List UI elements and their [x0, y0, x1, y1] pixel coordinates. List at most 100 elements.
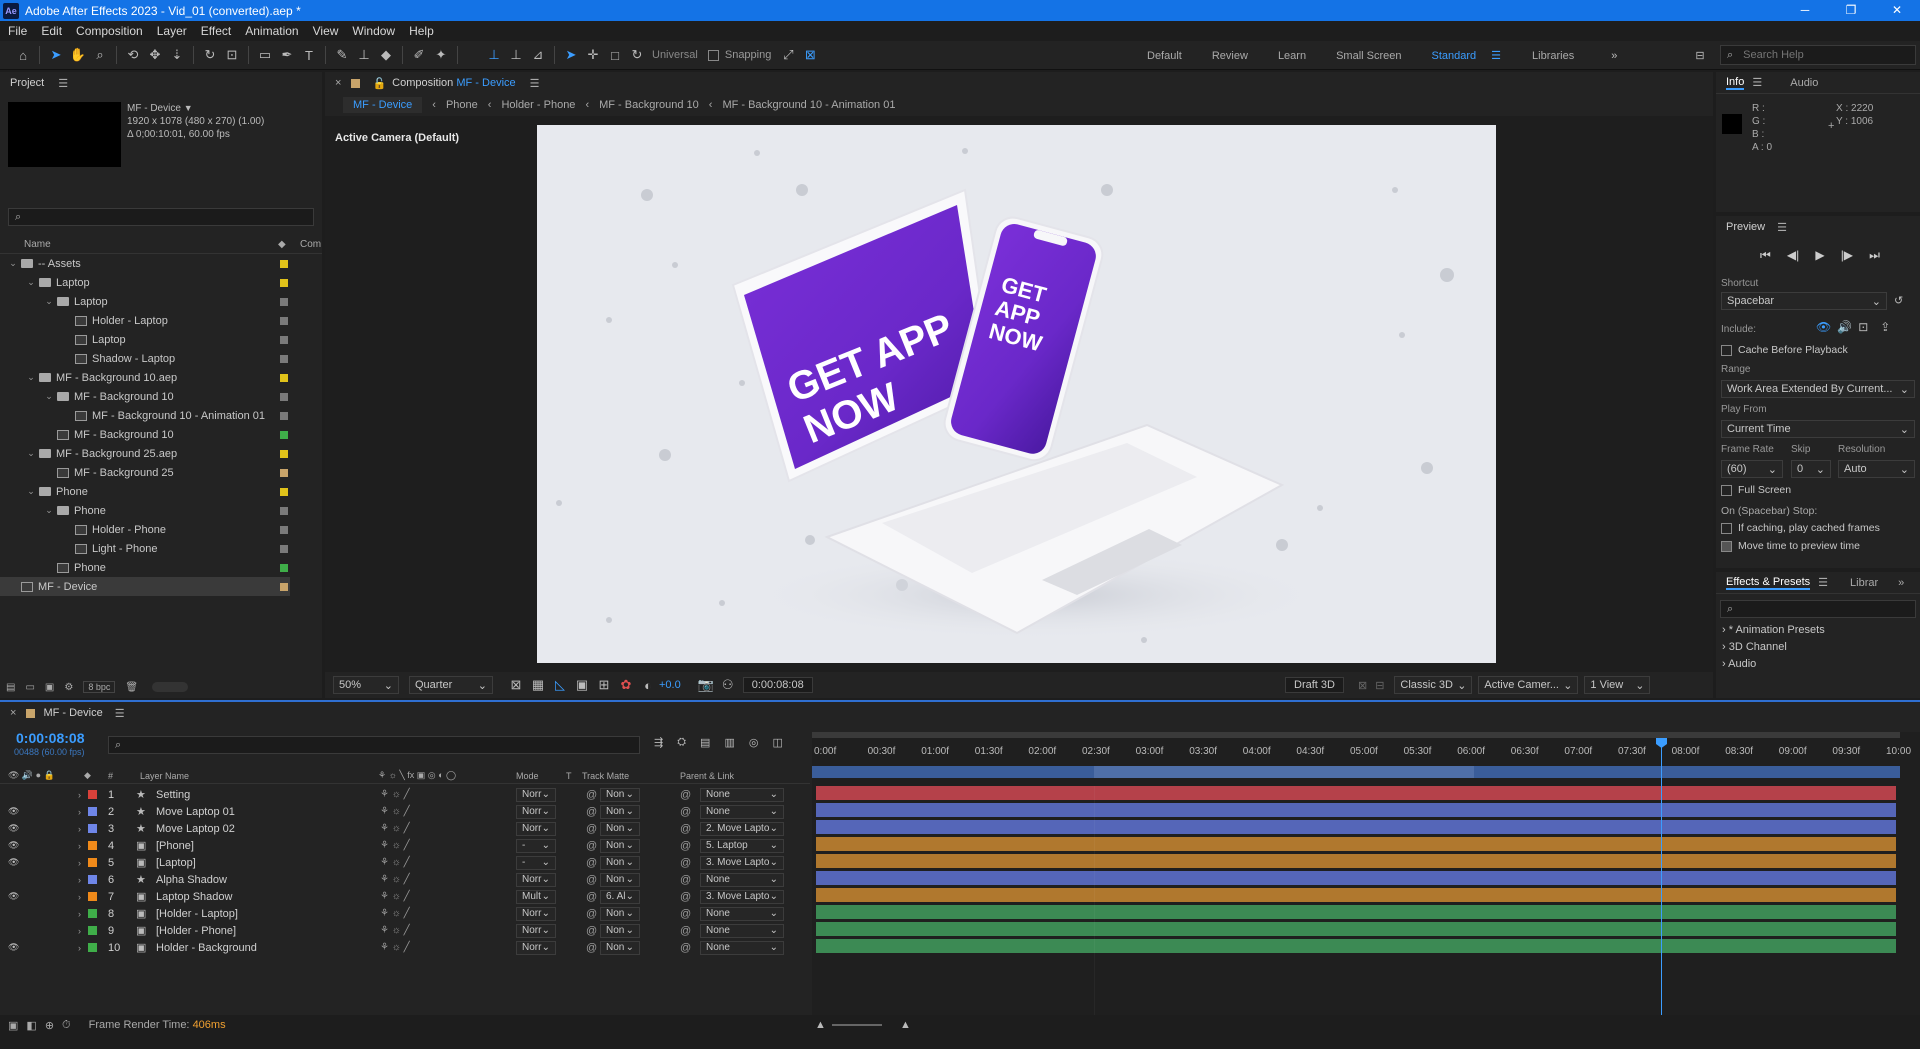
matte-pickwhip-icon[interactable]: @	[586, 840, 597, 852]
menu-layer[interactable]: Layer	[157, 24, 187, 38]
export-icon[interactable]: ⇪	[1880, 320, 1890, 334]
menu-file[interactable]: File	[8, 24, 27, 38]
project-item[interactable]: Phone	[0, 558, 290, 577]
expand-icon[interactable]: ›	[78, 824, 81, 834]
layer-switches[interactable]: ⚘ ☼ ╱	[380, 806, 410, 817]
visibility-eye-icon[interactable]: 👁	[8, 823, 19, 834]
effects-item[interactable]: › * Animation Presets	[1722, 622, 1825, 639]
project-item[interactable]: ⌄ Phone	[0, 501, 290, 520]
workspace-default[interactable]: Default	[1147, 50, 1182, 62]
draft-3d-button[interactable]: Draft 3D	[1285, 677, 1344, 693]
label-swatch[interactable]	[280, 563, 288, 572]
dolly-camera-icon[interactable]: ⇣	[166, 44, 188, 66]
blend-mode-dropdown[interactable]: Norr ⌄	[516, 923, 556, 938]
layer-duration-bar[interactable]	[816, 871, 1896, 885]
motion-blur-icon[interactable]: ◎	[749, 736, 759, 749]
project-item[interactable]: ⌄ Laptop	[0, 292, 290, 311]
more-workspaces-icon[interactable]: »	[1611, 50, 1617, 62]
puppet-pin-icon[interactable]: ✦	[430, 44, 452, 66]
label-swatch[interactable]	[280, 335, 288, 344]
current-time-display[interactable]: 0:00:08:08	[742, 677, 813, 693]
layer-name[interactable]: [Holder - Phone]	[156, 925, 236, 937]
home-icon[interactable]: ⌂	[12, 44, 34, 66]
parent-pickwhip-icon[interactable]: @	[680, 925, 691, 937]
project-item[interactable]: MF - Background 25	[0, 463, 290, 482]
layer-name[interactable]: Alpha Shadow	[156, 874, 227, 886]
comment-column-header[interactable]: Com	[300, 239, 321, 250]
grid-guides-icon[interactable]: ⊞	[593, 674, 615, 696]
track-matte-dropdown[interactable]: Non ⌄	[600, 940, 640, 955]
matte-pickwhip-icon[interactable]: @	[586, 925, 597, 937]
track-matte-dropdown[interactable]: Non ⌄	[600, 906, 640, 921]
exposure-value[interactable]: +0.0	[659, 679, 681, 691]
more-tabs-icon[interactable]: »	[1898, 577, 1904, 589]
layer-switches[interactable]: ⚘ ☼ ╱	[380, 874, 410, 885]
expand-icon[interactable]: ⌄	[44, 391, 54, 402]
label-swatch[interactable]	[280, 449, 288, 458]
parent-dropdown[interactable]: None ⌄	[700, 804, 784, 819]
project-settings-icon[interactable]: ⚙	[64, 682, 73, 693]
parent-pickwhip-icon[interactable]: @	[680, 891, 691, 903]
layer-duration-bar[interactable]	[816, 786, 1896, 800]
layer-label-swatch[interactable]	[88, 926, 97, 935]
timeline-search-input[interactable]	[121, 736, 622, 754]
info-tab[interactable]: Info	[1726, 76, 1745, 90]
layer-row[interactable]: 👁 › 4 ▣ [Phone] ⚘ ☼ ╱ - ⌄ @ Non ⌄ @5. Laptop ⌄	[0, 837, 810, 854]
layer-switches-icon[interactable]: ◧	[26, 1019, 36, 1032]
parent-pickwhip-icon[interactable]: @	[680, 942, 691, 954]
expand-icon[interactable]: ⌄	[26, 448, 36, 459]
name-column-header[interactable]: Name	[24, 239, 51, 250]
matte-pickwhip-icon[interactable]: @	[586, 908, 597, 920]
comp-tab-name[interactable]: MF - Device	[456, 77, 515, 89]
hand-tool-icon[interactable]: ✋	[67, 44, 89, 66]
region-interest-icon[interactable]: ▣	[571, 674, 593, 696]
orbit-camera-icon[interactable]: ⟲	[122, 44, 144, 66]
layer-row[interactable]: 👁 › 5 ▣ [Laptop] ⚘ ☼ ╱ - ⌄ @ Non ⌄ @3. Move Lapto ⌄	[0, 854, 810, 871]
project-item[interactable]: MF - Background 10 - Animation 01	[0, 406, 290, 425]
scale-gizmo-icon[interactable]: □	[604, 44, 626, 66]
blend-mode-dropdown[interactable]: Norr ⌄	[516, 872, 556, 887]
last-frame-icon[interactable]: ⏭	[1869, 248, 1880, 263]
project-item[interactable]: MF - Background 10	[0, 425, 290, 444]
rotate-gizmo-icon[interactable]: ↻	[626, 44, 648, 66]
parent-pickwhip-icon[interactable]: @	[680, 823, 691, 835]
blend-mode-dropdown[interactable]: Norr ⌄	[516, 804, 556, 819]
parent-pickwhip-icon[interactable]: @	[680, 840, 691, 852]
project-item[interactable]: Light - Phone	[0, 539, 290, 558]
search-help-input[interactable]	[1741, 48, 1902, 62]
label-swatch[interactable]	[280, 411, 288, 420]
layer-row[interactable]: › 6 ★ Alpha Shadow ⚘ ☼ ╱ Norr ⌄ @ Non ⌄ @ None ⌄	[0, 871, 810, 888]
layer-name[interactable]: Move Laptop 01	[156, 806, 235, 818]
local-axis-icon[interactable]: ⊥	[483, 44, 505, 66]
selection-tool-icon[interactable]: ➤	[45, 44, 67, 66]
eraser-tool-icon[interactable]: ◆	[375, 44, 397, 66]
parent-pickwhip-icon[interactable]: @	[680, 789, 691, 801]
project-item[interactable]: ⌄ Phone	[0, 482, 290, 501]
blend-mode-dropdown[interactable]: Mult ⌄	[516, 889, 556, 904]
matte-pickwhip-icon[interactable]: @	[586, 942, 597, 954]
bit-depth-button[interactable]: 8 bpc	[83, 681, 116, 693]
layer-row[interactable]: › 1 ★ Setting ⚘ ☼ ╱ Norr ⌄ @ Non ⌄ @ None ⌄	[0, 786, 810, 803]
chevron-down-icon[interactable]: ▼	[184, 103, 193, 113]
zoom-in-icon[interactable]: ▲	[900, 1019, 911, 1031]
show-snapshot-icon[interactable]: ⚇	[717, 674, 739, 696]
timeline-menu-icon[interactable]: ☰	[115, 707, 125, 720]
snapshot-icon[interactable]: 📷	[695, 674, 717, 696]
menu-view[interactable]: View	[313, 24, 339, 38]
breadcrumb-item[interactable]: MF - Background 10	[599, 99, 699, 111]
project-item[interactable]: MF - Device	[0, 577, 290, 596]
full-screen-checkbox[interactable]	[1721, 484, 1732, 496]
new-comp-icon[interactable]: ▣	[45, 682, 54, 693]
video-toggle-icon[interactable]: 👁	[1816, 320, 1831, 334]
layer-duration-bar[interactable]	[816, 854, 1896, 868]
expand-icon[interactable]: ›	[78, 858, 81, 868]
label-swatch[interactable]	[280, 354, 288, 363]
matte-pickwhip-icon[interactable]: @	[586, 891, 597, 903]
lock-icon[interactable]: 🔓	[372, 77, 386, 90]
thumbnail-slider[interactable]	[152, 682, 189, 692]
layer-name[interactable]: Setting	[156, 789, 190, 801]
if-caching-checkbox[interactable]	[1721, 522, 1732, 534]
snapping-checkbox[interactable]	[707, 49, 719, 61]
layer-label-swatch[interactable]	[88, 790, 97, 799]
world-axis-icon[interactable]: ⊥	[505, 44, 527, 66]
